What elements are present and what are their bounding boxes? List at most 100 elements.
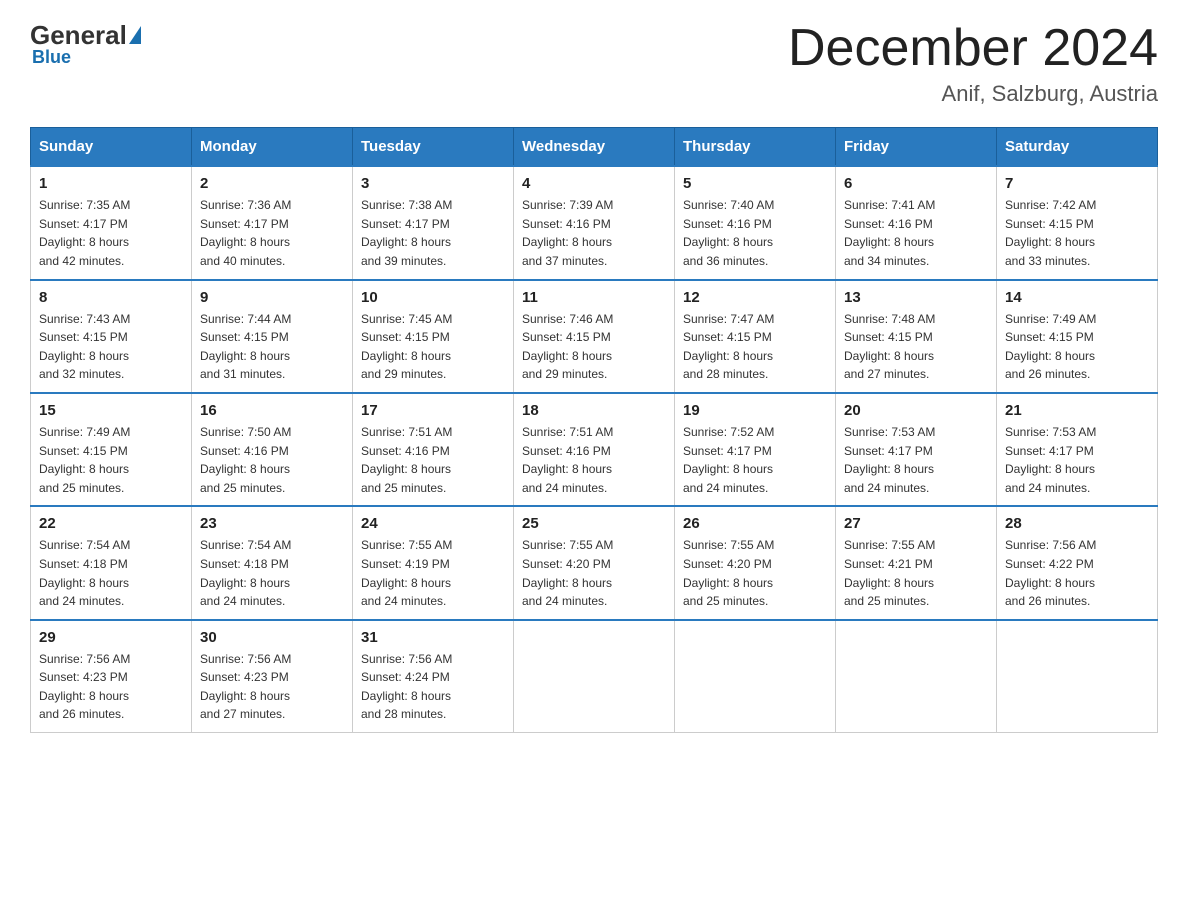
calendar-cell: 14Sunrise: 7:49 AMSunset: 4:15 PMDayligh…: [997, 280, 1158, 393]
calendar-cell: 1 Sunrise: 7:35 AMSunset: 4:17 PMDaylight…: [31, 166, 192, 279]
calendar-table: SundayMondayTuesdayWednesdayThursdayFrid…: [30, 127, 1158, 733]
calendar-cell: 9 Sunrise: 7:44 AMSunset: 4:15 PMDaylight…: [192, 280, 353, 393]
page-header: General Blue December 2024 Anif, Salzbur…: [30, 20, 1158, 107]
day-number: 7: [1005, 175, 1149, 192]
day-number: 20: [844, 402, 988, 419]
weekday-header-friday: Friday: [836, 128, 997, 167]
day-info: Sunrise: 7:38 AMSunset: 4:17 PMDaylight:…: [361, 196, 505, 270]
weekday-header-monday: Monday: [192, 128, 353, 167]
day-info: Sunrise: 7:55 AMSunset: 4:21 PMDaylight:…: [844, 536, 988, 610]
logo: General Blue: [30, 20, 141, 68]
day-info: Sunrise: 7:35 AMSunset: 4:17 PMDaylight:…: [39, 196, 183, 270]
day-number: 8: [39, 289, 183, 306]
day-info: Sunrise: 7:39 AMSunset: 4:16 PMDaylight:…: [522, 196, 666, 270]
calendar-cell: 28 Sunrise: 7:56 AMSunset: 4:22 PMDayligh…: [997, 506, 1158, 619]
day-number: 27: [844, 515, 988, 532]
calendar-cell: 17 Sunrise: 7:51 AMSunset: 4:16 PMDayligh…: [353, 393, 514, 506]
day-info: Sunrise: 7:51 AMSunset: 4:16 PMDaylight:…: [361, 423, 505, 497]
day-info: Sunrise: 7:43 AMSunset: 4:15 PMDaylight:…: [39, 310, 183, 384]
day-number: 31: [361, 629, 505, 646]
calendar-cell: 21Sunrise: 7:53 AMSunset: 4:17 PMDayligh…: [997, 393, 1158, 506]
calendar-cell: 16 Sunrise: 7:50 AMSunset: 4:16 PMDayligh…: [192, 393, 353, 506]
calendar-cell: 2 Sunrise: 7:36 AMSunset: 4:17 PMDaylight…: [192, 166, 353, 279]
day-number: 11: [522, 289, 666, 306]
calendar-header-row: SundayMondayTuesdayWednesdayThursdayFrid…: [31, 128, 1158, 167]
calendar-cell: 3 Sunrise: 7:38 AMSunset: 4:17 PMDaylight…: [353, 166, 514, 279]
calendar-cell: 25Sunrise: 7:55 AMSunset: 4:20 PMDayligh…: [514, 506, 675, 619]
day-info: Sunrise: 7:54 AMSunset: 4:18 PMDaylight:…: [200, 536, 344, 610]
calendar-cell: [997, 620, 1158, 733]
day-info: Sunrise: 7:53 AMSunset: 4:17 PMDaylight:…: [844, 423, 988, 497]
day-info: Sunrise: 7:50 AMSunset: 4:16 PMDaylight:…: [200, 423, 344, 497]
calendar-cell: 29Sunrise: 7:56 AMSunset: 4:23 PMDayligh…: [31, 620, 192, 733]
day-number: 6: [844, 175, 988, 192]
calendar-cell: 15 Sunrise: 7:49 AMSunset: 4:15 PMDayligh…: [31, 393, 192, 506]
calendar-cell: 23 Sunrise: 7:54 AMSunset: 4:18 PMDayligh…: [192, 506, 353, 619]
day-number: 15: [39, 402, 183, 419]
day-info: Sunrise: 7:48 AMSunset: 4:15 PMDaylight:…: [844, 310, 988, 384]
day-info: Sunrise: 7:51 AMSunset: 4:16 PMDaylight:…: [522, 423, 666, 497]
day-number: 30: [200, 629, 344, 646]
day-number: 9: [200, 289, 344, 306]
weekday-header-sunday: Sunday: [31, 128, 192, 167]
page-title: December 2024: [788, 20, 1158, 77]
calendar-cell: [836, 620, 997, 733]
logo-blue-text: Blue: [32, 47, 71, 68]
week-row-3: 15 Sunrise: 7:49 AMSunset: 4:15 PMDayligh…: [31, 393, 1158, 506]
day-number: 2: [200, 175, 344, 192]
weekday-header-thursday: Thursday: [675, 128, 836, 167]
weekday-header-tuesday: Tuesday: [353, 128, 514, 167]
day-info: Sunrise: 7:49 AMSunset: 4:15 PMDaylight:…: [39, 423, 183, 497]
calendar-cell: 11Sunrise: 7:46 AMSunset: 4:15 PMDayligh…: [514, 280, 675, 393]
day-info: Sunrise: 7:56 AMSunset: 4:24 PMDaylight:…: [361, 650, 505, 724]
day-number: 16: [200, 402, 344, 419]
day-number: 22: [39, 515, 183, 532]
week-row-2: 8 Sunrise: 7:43 AMSunset: 4:15 PMDaylight…: [31, 280, 1158, 393]
day-info: Sunrise: 7:36 AMSunset: 4:17 PMDaylight:…: [200, 196, 344, 270]
calendar-cell: 6 Sunrise: 7:41 AMSunset: 4:16 PMDaylight…: [836, 166, 997, 279]
title-section: December 2024 Anif, Salzburg, Austria: [788, 20, 1158, 107]
calendar-cell: 27 Sunrise: 7:55 AMSunset: 4:21 PMDayligh…: [836, 506, 997, 619]
weekday-header-saturday: Saturday: [997, 128, 1158, 167]
day-number: 21: [1005, 402, 1149, 419]
day-number: 4: [522, 175, 666, 192]
day-number: 14: [1005, 289, 1149, 306]
calendar-cell: 12 Sunrise: 7:47 AMSunset: 4:15 PMDayligh…: [675, 280, 836, 393]
calendar-cell: 8 Sunrise: 7:43 AMSunset: 4:15 PMDaylight…: [31, 280, 192, 393]
day-number: 10: [361, 289, 505, 306]
day-number: 29: [39, 629, 183, 646]
calendar-cell: 24Sunrise: 7:55 AMSunset: 4:19 PMDayligh…: [353, 506, 514, 619]
logo-triangle-icon: [129, 26, 141, 44]
calendar-cell: 26Sunrise: 7:55 AMSunset: 4:20 PMDayligh…: [675, 506, 836, 619]
calendar-cell: 18 Sunrise: 7:51 AMSunset: 4:16 PMDayligh…: [514, 393, 675, 506]
calendar-cell: [675, 620, 836, 733]
week-row-1: 1 Sunrise: 7:35 AMSunset: 4:17 PMDaylight…: [31, 166, 1158, 279]
day-info: Sunrise: 7:54 AMSunset: 4:18 PMDaylight:…: [39, 536, 183, 610]
calendar-cell: 31 Sunrise: 7:56 AMSunset: 4:24 PMDayligh…: [353, 620, 514, 733]
calendar-cell: 13Sunrise: 7:48 AMSunset: 4:15 PMDayligh…: [836, 280, 997, 393]
day-info: Sunrise: 7:40 AMSunset: 4:16 PMDaylight:…: [683, 196, 827, 270]
calendar-cell: 30Sunrise: 7:56 AMSunset: 4:23 PMDayligh…: [192, 620, 353, 733]
day-info: Sunrise: 7:44 AMSunset: 4:15 PMDaylight:…: [200, 310, 344, 384]
day-info: Sunrise: 7:56 AMSunset: 4:22 PMDaylight:…: [1005, 536, 1149, 610]
page-subtitle: Anif, Salzburg, Austria: [788, 81, 1158, 107]
day-number: 1: [39, 175, 183, 192]
week-row-5: 29Sunrise: 7:56 AMSunset: 4:23 PMDayligh…: [31, 620, 1158, 733]
calendar-cell: 10Sunrise: 7:45 AMSunset: 4:15 PMDayligh…: [353, 280, 514, 393]
calendar-cell: 4 Sunrise: 7:39 AMSunset: 4:16 PMDaylight…: [514, 166, 675, 279]
calendar-cell: [514, 620, 675, 733]
day-info: Sunrise: 7:47 AMSunset: 4:15 PMDaylight:…: [683, 310, 827, 384]
day-number: 3: [361, 175, 505, 192]
day-info: Sunrise: 7:41 AMSunset: 4:16 PMDaylight:…: [844, 196, 988, 270]
weekday-header-wednesday: Wednesday: [514, 128, 675, 167]
day-number: 12: [683, 289, 827, 306]
calendar-cell: 5Sunrise: 7:40 AMSunset: 4:16 PMDaylight…: [675, 166, 836, 279]
day-number: 23: [200, 515, 344, 532]
calendar-cell: 20 Sunrise: 7:53 AMSunset: 4:17 PMDayligh…: [836, 393, 997, 506]
day-info: Sunrise: 7:55 AMSunset: 4:20 PMDaylight:…: [522, 536, 666, 610]
day-number: 18: [522, 402, 666, 419]
day-number: 17: [361, 402, 505, 419]
day-info: Sunrise: 7:52 AMSunset: 4:17 PMDaylight:…: [683, 423, 827, 497]
day-number: 26: [683, 515, 827, 532]
day-number: 28: [1005, 515, 1149, 532]
